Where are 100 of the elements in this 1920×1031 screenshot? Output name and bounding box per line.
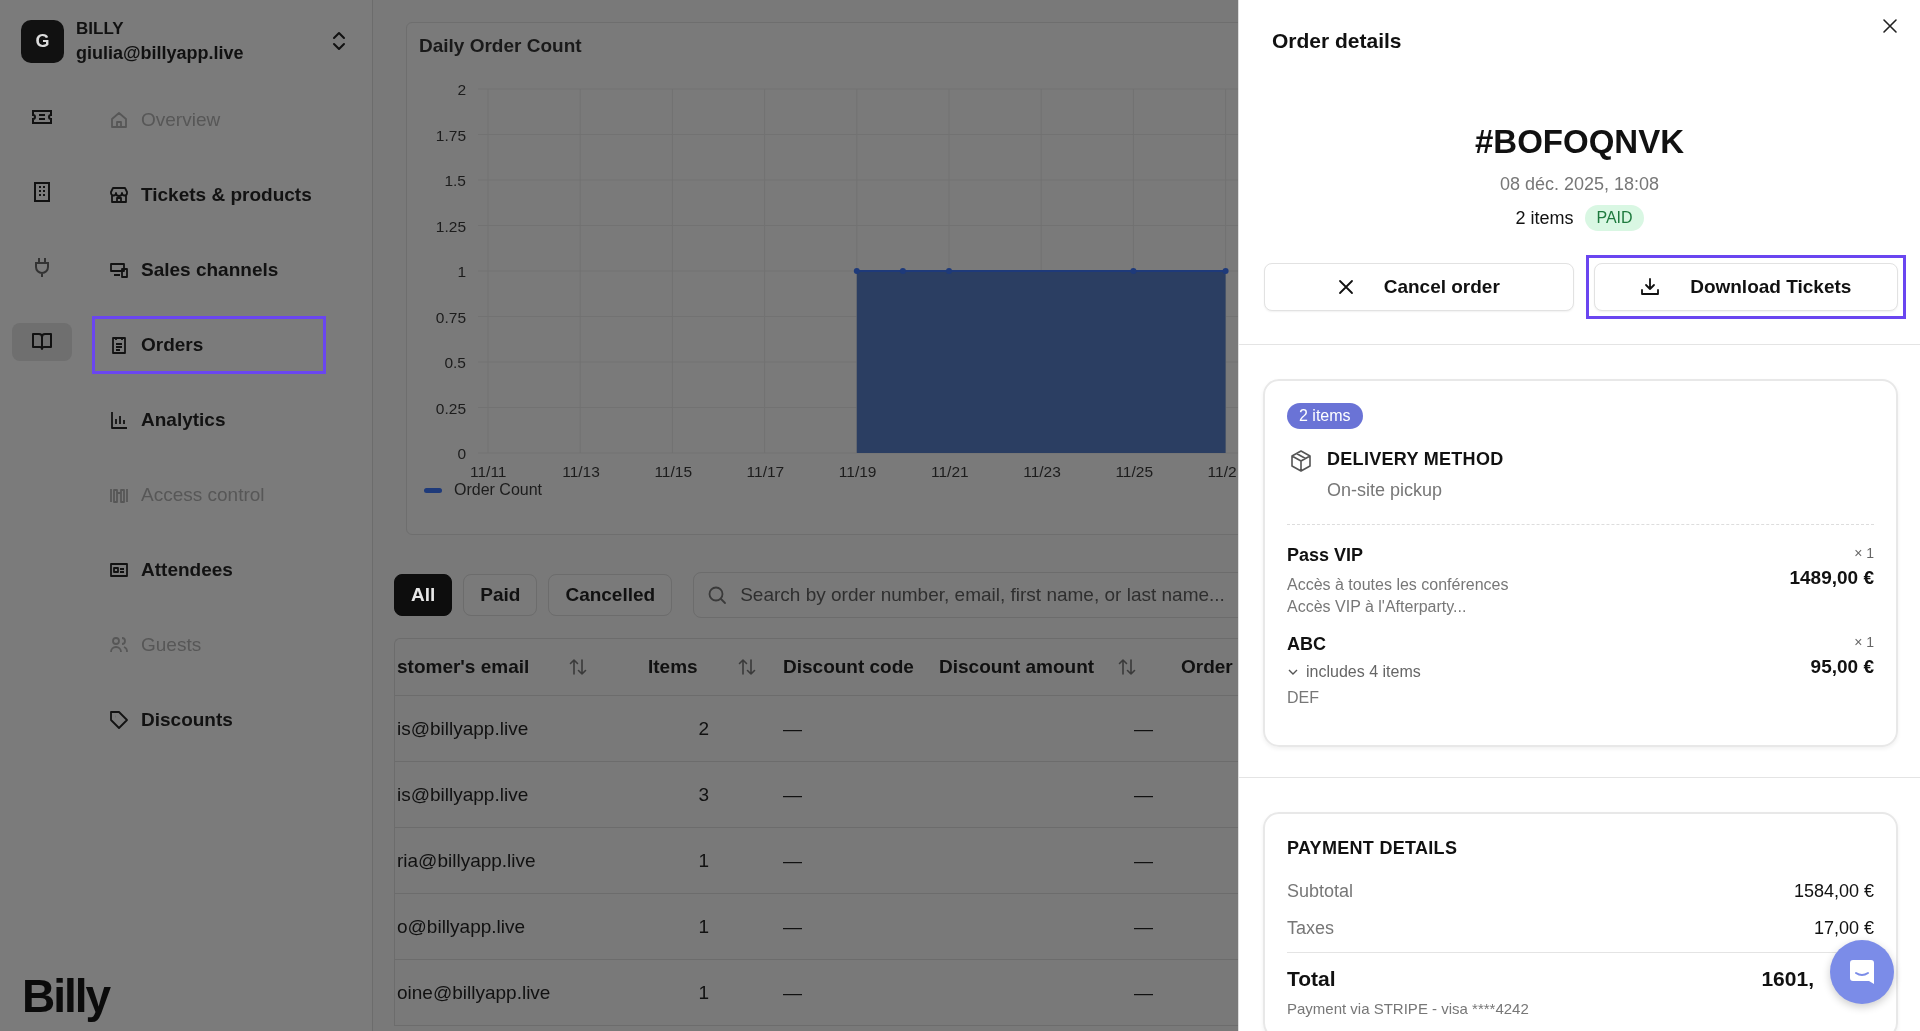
column-header[interactable]: stomer's email [397, 656, 530, 678]
search-icon [707, 585, 728, 605]
table-cell: 1 [698, 981, 709, 1004]
status-badge: PAID [1585, 205, 1644, 231]
table-cell: — [783, 717, 802, 740]
order-number: #BOFOQNVK [1474, 123, 1685, 161]
delivery-value: On-site pickup [1327, 480, 1444, 501]
payment-value: 17,00 € [1813, 918, 1874, 939]
building-icon [31, 181, 53, 203]
axis-label: 1 [457, 263, 466, 280]
book-icon [31, 331, 53, 353]
data-point [1222, 268, 1229, 274]
clipboard-icon [109, 335, 129, 355]
axis-label: 1.75 [435, 126, 466, 144]
table-cell: — [1134, 915, 1153, 938]
item-name: Pass VIP [1287, 545, 1365, 566]
data-point [899, 268, 906, 274]
users-icon [109, 635, 129, 655]
rail-button[interactable] [12, 323, 72, 361]
payment-value: 1584,00 € [1793, 881, 1874, 902]
table-cell: oine@billyapp.live [397, 981, 551, 1004]
nav-item[interactable]: Sales channels [92, 241, 326, 299]
table-cell: 2 [698, 717, 709, 740]
table-cell: 1 [698, 915, 709, 938]
legend-label: Order Count [454, 481, 543, 499]
axis-label: 0.25 [435, 399, 466, 417]
close-icon[interactable] [1882, 18, 1898, 34]
item-price: 1489,00 € [1789, 567, 1874, 589]
table-cell: is@billyapp.live [397, 783, 529, 806]
filter-tab[interactable]: Paid [463, 574, 538, 616]
data-point [946, 268, 952, 274]
table-cell: 3 [698, 783, 709, 806]
item-detail: Accès VIP à l'Afterparty... [1287, 597, 1468, 617]
axis-label: 2 [457, 81, 466, 98]
item-price: 95,00 € [1810, 656, 1874, 678]
axis-label: 11/13 [562, 463, 600, 480]
account-name: BILLY [76, 18, 125, 39]
delivery-title: DELIVERY METHOD [1327, 449, 1504, 470]
column-header[interactable]: Discount amount [939, 656, 1095, 678]
payment-label: Taxes [1287, 918, 1335, 939]
nav-item[interactable]: Analytics [92, 391, 326, 449]
table-cell: — [783, 783, 802, 806]
column-header[interactable]: Discount code [783, 656, 914, 678]
nav-item[interactable]: Tickets & products [92, 166, 326, 224]
home-icon [109, 110, 129, 130]
axis-label: 0.75 [435, 308, 466, 326]
payment-title: PAYMENT DETAILS [1287, 838, 1459, 859]
item-name: ABC [1287, 634, 1327, 655]
column-header[interactable]: Items [648, 656, 698, 678]
table-cell: — [783, 915, 802, 938]
id-card-icon [109, 560, 129, 580]
table-cell: — [1134, 717, 1153, 740]
filter-tab[interactable]: All [394, 574, 453, 616]
table-cell: is@billyapp.live [397, 717, 529, 740]
sort-icon[interactable] [1118, 657, 1137, 677]
axis-label: 11/11 [470, 463, 507, 480]
nav-item[interactable]: Discounts [92, 691, 326, 749]
sort-icon[interactable] [569, 657, 588, 677]
data-point [1130, 268, 1137, 274]
drawer-title: Order details [1272, 29, 1402, 53]
expand-toggle[interactable]: includes 4 items [1287, 663, 1421, 681]
axis-label: 11/23 [1023, 463, 1061, 480]
search-field[interactable]: Search by order number, email, first name, or last name... [693, 572, 1238, 618]
table-cell: ria@billyapp.live [397, 849, 536, 872]
chevron-updown-icon[interactable] [332, 31, 346, 51]
filter-tab[interactable]: Cancelled [548, 574, 673, 616]
axis-label: 11/15 [654, 463, 693, 480]
table-cell: — [783, 981, 802, 1004]
account-email: giulia@billyapp.live [76, 42, 245, 64]
nav-item[interactable]: Orders [92, 316, 326, 374]
devices-icon [109, 260, 129, 280]
total-value: 1601, [1761, 967, 1814, 991]
order-date: 08 déc. 2025, 18:08 [1498, 174, 1661, 195]
data-point [853, 268, 860, 274]
payment-label: Subtotal [1287, 881, 1354, 902]
tag-icon [109, 710, 129, 730]
item-detail: Accès à toutes les conférences [1287, 575, 1509, 595]
axis-label: 0.5 [444, 354, 466, 371]
download-button[interactable]: Download Tickets [1593, 263, 1898, 311]
axis-label: 11/19 [838, 463, 877, 480]
close-icon [1337, 279, 1354, 295]
cancel-button[interactable]: Cancel order [1264, 263, 1574, 311]
item-quantity: × 1 [1854, 634, 1874, 650]
bar-chart-icon [109, 410, 129, 430]
chat-icon [1847, 957, 1877, 987]
payment-note: Payment via STRIPE - visa ****4242 [1287, 1000, 1530, 1017]
download-icon [1640, 277, 1661, 297]
item-detail: DEF [1287, 688, 1320, 708]
sort-icon[interactable] [737, 657, 756, 677]
avatar[interactable]: G [21, 19, 64, 63]
chat-button[interactable] [1830, 940, 1894, 1004]
axis-label: 11/2 [1207, 463, 1237, 480]
nav-item[interactable]: Attendees [92, 541, 326, 599]
logo: Billy [21, 969, 111, 1024]
item-quantity: × 1 [1854, 545, 1874, 561]
table-cell: — [1134, 981, 1153, 1004]
column-header[interactable]: Order [1181, 656, 1233, 678]
table-cell: — [1134, 849, 1153, 872]
axis-label: 11/21 [931, 463, 969, 480]
table-cell: — [1134, 783, 1153, 806]
